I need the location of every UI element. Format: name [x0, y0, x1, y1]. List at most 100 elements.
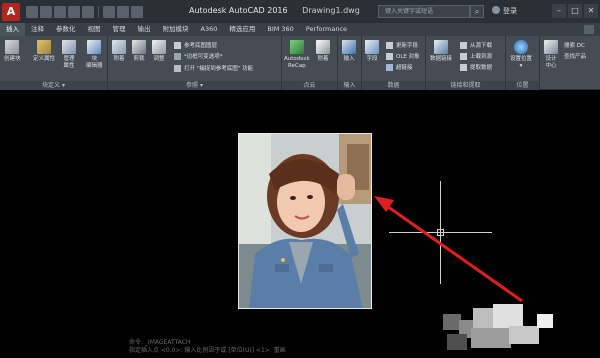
data-link-button[interactable]: 数据链接 [430, 40, 452, 63]
watermark-blob [443, 304, 553, 350]
manage-attributes-icon [62, 40, 76, 54]
tab-performance[interactable]: Performance [300, 23, 353, 36]
extract-data-button[interactable]: 提取数据 [460, 63, 492, 71]
recap-label: Autodesk ReCap [284, 56, 310, 69]
redo-icon[interactable] [117, 5, 129, 18]
ribbon-tab-bar: 插入 注释 参数化 视图 管理 输出 附加模块 A360 精选应用 BIM 36… [0, 23, 600, 36]
update-fields-button[interactable]: 更新字段 [386, 41, 418, 49]
clip-label: 剪裁 [133, 56, 145, 62]
field-label: 字段 [366, 56, 378, 62]
tab-featured-apps[interactable]: 精选应用 [223, 23, 261, 36]
undo-icon[interactable] [103, 5, 115, 18]
group-label-block-definition: 块定义 ▾ [0, 81, 107, 90]
design-center-icon [544, 40, 558, 54]
toolbar-divider [98, 5, 99, 18]
ribbon-panel: 创建块 定义属性 管理 属性 块 编辑器 块定义 ▾ 附着 剪裁 调整 参考底图… [0, 36, 600, 90]
hyperlink-button[interactable]: 超链接 [386, 63, 413, 71]
tab-bim360[interactable]: BIM 360 [261, 23, 299, 36]
snap-icon [174, 64, 181, 72]
save-as-icon[interactable] [68, 5, 80, 18]
manage-attributes-label: 管理 属性 [63, 56, 75, 69]
workspace-dropdown[interactable] [131, 5, 143, 18]
extract-icon [460, 63, 467, 71]
tab-manage[interactable]: 管理 [107, 23, 132, 36]
autodesk-recap-button[interactable]: Autodesk ReCap [284, 40, 310, 70]
clip-icon [132, 40, 146, 54]
search-dc-input[interactable]: 搜索 DC [564, 41, 585, 49]
find-product-button[interactable]: 查找产品 [564, 52, 586, 60]
ole-icon [386, 52, 393, 60]
autocad-logo[interactable]: A [2, 2, 20, 21]
tab-addins[interactable]: 附加模块 [157, 23, 195, 36]
upload-to-source-button[interactable]: 上载到源 [460, 52, 492, 60]
snap-to-underlay-label: 打开 "捕捉到参考底图" 功能 [184, 66, 254, 72]
point-cloud-attach-button[interactable]: 附着 [316, 40, 330, 63]
data-link-label: 数据链接 [430, 56, 453, 62]
import-icon [342, 40, 356, 54]
hyperlink-label: 超链接 [396, 65, 413, 71]
search-input[interactable]: 键入关键字或短语 [378, 5, 470, 18]
search-dc-label: 搜索 DC [564, 43, 585, 49]
create-block-button[interactable]: 创建块 [4, 40, 21, 63]
group-reference: 附着 剪裁 调整 参考底图图层 *边框可变选项* 打开 "捕捉到参考底图" 功能… [108, 36, 282, 90]
new-file-icon[interactable] [26, 5, 38, 18]
tab-a360[interactable]: A360 [195, 23, 224, 36]
user-icon [492, 6, 500, 14]
group-label-data: 数据 [362, 81, 425, 90]
minimize-button[interactable]: – [552, 4, 566, 18]
window-controls: – □ ✕ [552, 4, 598, 18]
underlay-layers-button[interactable]: 参考底图图层 [174, 41, 217, 49]
field-button[interactable]: 字段 [365, 40, 379, 63]
tab-output[interactable]: 输出 [132, 23, 157, 36]
group-data: 字段 更新字段 OLE 对象 超链接 数据 [362, 36, 426, 90]
clip-button[interactable]: 剪裁 [132, 40, 146, 63]
adjust-button[interactable]: 调整 [152, 40, 166, 63]
manage-attributes-button[interactable]: 管理 属性 [62, 40, 76, 70]
command-line-1: 命令: _IMAGEATTACH [129, 339, 191, 346]
tab-annotate[interactable]: 注释 [25, 23, 50, 36]
define-attribute-button[interactable]: 定义属性 [33, 40, 55, 63]
group-import: 输入 输入 [338, 36, 362, 90]
attach-label: 附着 [113, 56, 125, 62]
import-button[interactable]: 输入 [342, 40, 356, 63]
snap-to-underlay-button[interactable]: 打开 "捕捉到参考底图" 功能 [174, 64, 253, 72]
ribbon-minimize-icon[interactable] [584, 25, 594, 34]
globe-icon [514, 40, 528, 54]
data-link-icon [434, 40, 448, 54]
attach-icon [112, 40, 126, 54]
maximize-button[interactable]: □ [568, 4, 582, 18]
ole-object-button[interactable]: OLE 对象 [386, 52, 420, 60]
download-from-source-button[interactable]: 从源下载 [460, 41, 492, 49]
photo-illustration [239, 134, 371, 308]
upload-icon [460, 52, 467, 60]
search-binoculars-icon[interactable]: ⌕ [470, 5, 484, 18]
design-center-button[interactable]: 设计 中心 [544, 40, 558, 70]
set-location-label: 设置位置 ▾ [510, 56, 533, 69]
crosshair-pickbox [437, 229, 444, 236]
group-location: 设置位置 ▾ 位置 [506, 36, 540, 90]
file-name: Drawing1.dwg [302, 6, 360, 15]
title-bar: A Autodesk AutoCAD 2016 Drawing1.dwg 键入关… [0, 0, 600, 23]
upload-to-source-label: 上载到源 [470, 54, 493, 60]
app-title: Autodesk AutoCAD 2016 [189, 6, 288, 15]
ole-object-label: OLE 对象 [396, 54, 420, 60]
login-button[interactable]: 登录 [492, 5, 532, 18]
close-button[interactable]: ✕ [584, 4, 598, 18]
tag-icon [37, 40, 51, 54]
login-label: 登录 [503, 7, 517, 15]
frame-variable-dropdown[interactable]: *边框可变选项* [174, 52, 223, 60]
attach-button[interactable]: 附着 [112, 40, 126, 63]
set-location-button[interactable]: 设置位置 ▾ [510, 40, 532, 70]
block-editor-button[interactable]: 块 编辑器 [86, 40, 103, 70]
open-file-icon[interactable] [40, 5, 52, 18]
save-icon[interactable] [54, 5, 66, 18]
print-icon[interactable] [82, 5, 94, 18]
tab-insert[interactable]: 插入 [0, 23, 25, 36]
underlay-layers-label: 参考底图图层 [184, 43, 218, 49]
import-label: 输入 [343, 56, 355, 62]
block-editor-label: 块 编辑器 [86, 56, 103, 69]
frame-variable-label: *边框可变选项* [184, 54, 223, 60]
tab-view[interactable]: 视图 [82, 23, 107, 36]
attached-image[interactable] [238, 133, 372, 309]
tab-parametric[interactable]: 参数化 [50, 23, 82, 36]
